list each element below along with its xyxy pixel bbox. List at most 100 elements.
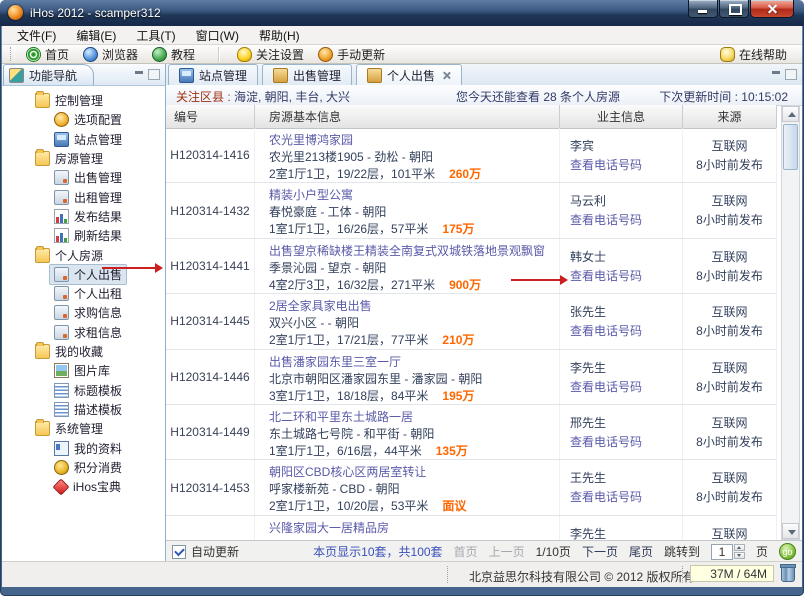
jump-page-input[interactable]: 1 bbox=[711, 544, 733, 560]
listing-title-link[interactable]: 出售望京稀缺楼王精装全南复式双城铁落地景观飘窗 bbox=[269, 243, 559, 260]
panel-maximize-button[interactable] bbox=[148, 69, 160, 80]
listing-title-link[interactable]: 出售潘家园东里三室一厅 bbox=[269, 354, 559, 371]
statusbar: 北京益思尔科技有限公司 © 2012 版权所有 37M / 64M bbox=[2, 561, 802, 587]
main-panel: 站点管理 出售管理 个人出售 关注区县 : 海淀, 朝阳, 丰台, 大兴 您今天… bbox=[166, 64, 802, 562]
sidebar-item[interactable]: 控制管理 bbox=[2, 91, 165, 110]
sidebar-item[interactable]: 个人房源 bbox=[2, 245, 165, 264]
sidebar-item[interactable]: 出售管理 bbox=[2, 168, 165, 187]
watch-settings-button[interactable]: 关注设置 bbox=[230, 45, 311, 63]
listing-title-link[interactable]: 兴隆家园大一居精品房 bbox=[269, 520, 559, 537]
sidebar-item[interactable]: 个人出租 bbox=[2, 284, 165, 303]
auto-update-checkbox[interactable] bbox=[172, 545, 186, 559]
close-button[interactable] bbox=[750, 0, 794, 18]
column-info[interactable]: 房源基本信息 bbox=[255, 105, 560, 128]
navigation-icon bbox=[9, 68, 24, 83]
tutorial-button[interactable]: 教程 bbox=[145, 45, 202, 63]
browser-button[interactable]: 浏览器 bbox=[76, 45, 145, 63]
panel-minimize-button[interactable] bbox=[134, 69, 144, 78]
sidebar-item[interactable]: 房源管理 bbox=[2, 149, 165, 168]
panel-maximize-button[interactable] bbox=[785, 69, 797, 80]
sidebar-item[interactable]: 出租管理 bbox=[2, 187, 165, 206]
sidebar-item[interactable]: 我的收藏 bbox=[2, 342, 165, 361]
view-phone-link[interactable]: 查看电话号码 bbox=[570, 211, 682, 230]
column-owner[interactable]: 业主信息 bbox=[560, 105, 683, 128]
view-phone-link[interactable]: 查看电话号码 bbox=[570, 322, 682, 341]
sidebar-item[interactable]: iHos宝典 bbox=[2, 477, 165, 496]
listing-info-cell: 出售潘家园东里三室一厅北京市朝阳区潘家园东里 - 潘家园 - 朝阳3室1厅1卫，… bbox=[255, 350, 560, 404]
maximize-button[interactable] bbox=[719, 0, 749, 18]
menu-file[interactable]: 文件(F) bbox=[8, 27, 65, 44]
scroll-up-button[interactable] bbox=[782, 106, 799, 122]
home-button[interactable]: 首页 bbox=[19, 45, 76, 63]
listing-title-link[interactable]: 精装小户型公寓 bbox=[269, 187, 559, 204]
tab-site-management[interactable]: 站点管理 bbox=[168, 64, 258, 85]
sidebar-item[interactable]: 图片库 bbox=[2, 361, 165, 380]
table-row[interactable]: H120314-1453朝阳区CBD核心区两居室转让呼家楼新苑 - CBD - … bbox=[166, 460, 777, 515]
sidebar-item[interactable]: 刷新结果 bbox=[2, 226, 165, 245]
trash-icon[interactable] bbox=[781, 566, 795, 582]
scrollbar-thumb[interactable] bbox=[783, 124, 798, 170]
table-row[interactable]: H120314-1449北二环和平里东土城路一居东土城路七号院 - 和平街 - … bbox=[166, 405, 777, 460]
sidebar-item[interactable]: 选项配置 bbox=[2, 110, 165, 129]
tab-close-icon[interactable] bbox=[442, 71, 451, 80]
column-source[interactable]: 来源 bbox=[683, 105, 777, 128]
table-row[interactable]: 兴隆家园大一居精品房李先生查看电话号码互联网 bbox=[166, 516, 777, 540]
view-phone-link[interactable]: 查看电话号码 bbox=[570, 488, 682, 507]
table-row[interactable]: H120314-1416农光里博鸿家园农光里213楼1905 - 劲松 - 朝阳… bbox=[166, 128, 777, 183]
view-phone-link[interactable]: 查看电话号码 bbox=[570, 433, 682, 452]
view-phone-link[interactable]: 查看电话号码 bbox=[570, 156, 682, 175]
table-row[interactable]: H120314-1441出售望京稀缺楼王精装全南复式双城铁落地景观飘窗季景沁园 … bbox=[166, 239, 777, 294]
listing-title-link[interactable]: 朝阳区CBD核心区两居室转让 bbox=[269, 464, 559, 481]
next-page-link[interactable]: 下一页 bbox=[582, 543, 618, 560]
listing-title-link[interactable]: 2居全家具家电出售 bbox=[269, 298, 559, 315]
prev-page-link[interactable]: 上一页 bbox=[489, 543, 525, 560]
tab-sale-management[interactable]: 出售管理 bbox=[262, 64, 352, 85]
table-row[interactable]: H120314-1446出售潘家园东里三室一厅北京市朝阳区潘家园东里 - 潘家园… bbox=[166, 350, 777, 405]
sidebar-item[interactable]: 站点管理 bbox=[2, 130, 165, 149]
menu-edit[interactable]: 编辑(E) bbox=[67, 27, 125, 44]
sidebar-item[interactable]: 求购信息 bbox=[2, 303, 165, 322]
online-help-button[interactable]: 在线帮助 bbox=[713, 45, 794, 63]
owner-name: 韩女士 bbox=[570, 248, 682, 267]
sidebar-item[interactable]: 系统管理 bbox=[2, 419, 165, 438]
menu-tools[interactable]: 工具(T) bbox=[127, 27, 184, 44]
scroll-down-button[interactable] bbox=[782, 523, 799, 539]
first-page-link[interactable]: 首页 bbox=[454, 543, 478, 560]
spinner-up-button[interactable] bbox=[734, 544, 745, 551]
titlebar[interactable]: iHos 2012 - scamper312 bbox=[0, 0, 804, 26]
tab-label: 个人出售 bbox=[387, 67, 435, 84]
view-phone-link[interactable]: 查看电话号码 bbox=[570, 267, 682, 286]
source-name: 互联网 bbox=[683, 359, 776, 378]
sidebar-item[interactable]: 我的资料 bbox=[2, 438, 165, 457]
spinner-down-button[interactable] bbox=[734, 552, 745, 559]
last-page-link[interactable]: 尾页 bbox=[629, 543, 653, 560]
vertical-scrollbar[interactable] bbox=[781, 105, 800, 540]
listing-title-link[interactable]: 北二环和平里东土城路一居 bbox=[269, 409, 559, 426]
window-title: iHos 2012 - scamper312 bbox=[30, 6, 161, 20]
sidebar-item-inner: 我的资料 bbox=[49, 438, 127, 459]
sidebar-item[interactable]: 积分消费 bbox=[2, 458, 165, 477]
listing-id: H120314-1416 bbox=[166, 128, 255, 182]
panel-minimize-button[interactable] bbox=[771, 69, 781, 78]
sidebar-item[interactable]: 标题模板 bbox=[2, 380, 165, 399]
table-row[interactable]: H120314-1432精装小户型公寓春悦豪庭 - 工体 - 朝阳1室1厅1卫，… bbox=[166, 183, 777, 238]
minimize-button[interactable] bbox=[688, 0, 718, 18]
sidebar-item[interactable]: 发布结果 bbox=[2, 207, 165, 226]
view-phone-link[interactable]: 查看电话号码 bbox=[570, 378, 682, 397]
column-id[interactable]: 编号 bbox=[166, 105, 255, 128]
listing-title-link[interactable]: 农光里博鸿家园 bbox=[269, 132, 559, 149]
infobar: 关注区县 : 海淀, 朝阳, 丰台, 大兴 您今天还能查看 28 条个人房源 下… bbox=[166, 85, 802, 106]
sidebar-title-tab[interactable]: 功能导航 bbox=[3, 64, 94, 85]
sidebar-item-inner: 个人出租 bbox=[49, 283, 127, 304]
menu-window[interactable]: 窗口(W) bbox=[187, 27, 248, 44]
manual-update-button[interactable]: 手动更新 bbox=[311, 45, 392, 63]
menu-help[interactable]: 帮助(H) bbox=[250, 27, 309, 44]
tab-personal-sale[interactable]: 个人出售 bbox=[356, 64, 462, 85]
page-summary: 本页显示10套，共100套 bbox=[313, 543, 442, 560]
go-button[interactable]: go bbox=[779, 543, 796, 560]
sidebar-item[interactable]: 描述模板 bbox=[2, 400, 165, 419]
owner-cell: 李先生查看电话号码 bbox=[560, 516, 683, 540]
sidebar-item[interactable]: 求租信息 bbox=[2, 323, 165, 342]
table-row[interactable]: H120314-14452居全家具家电出售双兴小区 - - 朝阳2室1厅1卫，1… bbox=[166, 294, 777, 349]
owner-cell: 马云利查看电话号码 bbox=[560, 183, 683, 237]
